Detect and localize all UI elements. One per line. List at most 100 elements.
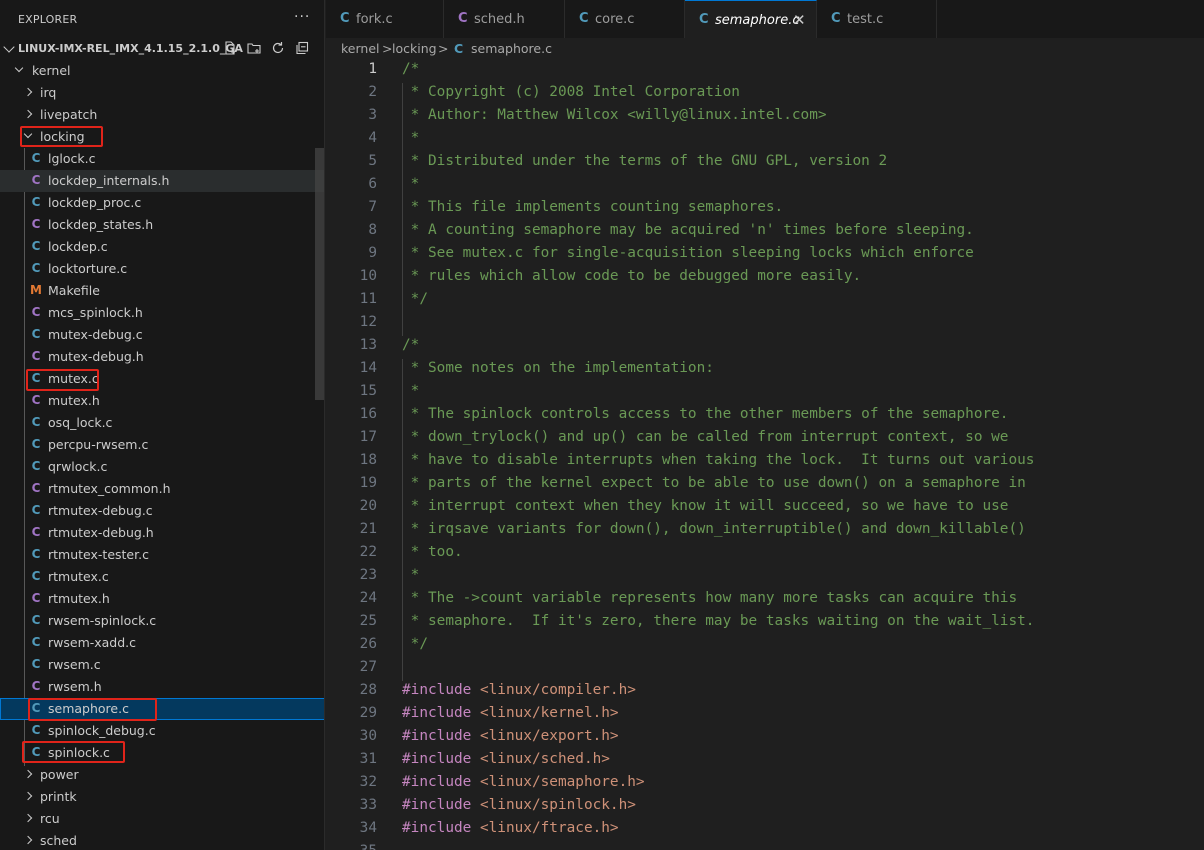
workspace-root[interactable]: LINUX-IMX-REL_IMX_4.1.15_2.1.0_GA bbox=[0, 38, 324, 60]
folder-power[interactable]: power bbox=[0, 764, 324, 786]
file-row[interactable]: Clglock.c bbox=[0, 148, 324, 170]
code-line: 35 bbox=[326, 842, 1204, 850]
file-row[interactable]: Crwsem-xadd.c bbox=[0, 632, 324, 654]
folder-printk[interactable]: printk bbox=[0, 786, 324, 808]
more-actions-icon[interactable]: ··· bbox=[294, 9, 310, 25]
file-row[interactable]: Clockdep.c bbox=[0, 236, 324, 258]
line-number: 35 bbox=[326, 843, 377, 850]
code-line: 28 #include <linux/compiler.h> bbox=[326, 681, 1204, 704]
line-number: 34 bbox=[359, 820, 377, 836]
code-text: * bbox=[402, 176, 420, 192]
file-row[interactable]: Cspinlock.c bbox=[0, 742, 324, 764]
code-text: #include <linux/sched.h> bbox=[402, 751, 610, 767]
file-row[interactable]: Cmutex-debug.c bbox=[0, 324, 324, 346]
c-file-icon: C bbox=[31, 151, 41, 165]
collapse-all-icon[interactable] bbox=[294, 41, 310, 57]
code-line: 3 * Author: Matthew Wilcox <willy@linux.… bbox=[326, 106, 1204, 129]
file-row[interactable]: Clockdep_states.h bbox=[0, 214, 324, 236]
folder-irq[interactable]: irq bbox=[0, 82, 324, 104]
code-line: 13 /* bbox=[326, 336, 1204, 359]
folder-kernel[interactable]: kernel bbox=[0, 60, 324, 82]
file-row[interactable]: Clockdep_internals.h bbox=[0, 170, 324, 192]
code-line: 17 * down_trylock() and up() can be call… bbox=[326, 428, 1204, 451]
file-row[interactable]: Crwsem.h bbox=[0, 676, 324, 698]
breadcrumb-kernel[interactable]: kernel bbox=[341, 41, 380, 56]
c-file-icon: C bbox=[31, 173, 41, 187]
line-number: 1 bbox=[368, 61, 377, 77]
chevron-down-icon bbox=[23, 129, 33, 139]
explorer-sidebar: EXPLORER ··· LINUX-IMX-REL_IMX_4.1.15_2.… bbox=[0, 0, 325, 850]
include-path: <linux/ftrace.h> bbox=[471, 820, 619, 836]
file-row[interactable]: Cosq_lock.c bbox=[0, 412, 324, 434]
folder-label: livepatch bbox=[40, 107, 98, 122]
breadcrumb-file[interactable]: semaphore.c bbox=[471, 41, 552, 56]
file-row[interactable]: Crtmutex-debug.h bbox=[0, 522, 324, 544]
file-row[interactable]: M Makefile bbox=[0, 280, 324, 302]
code-text: */ bbox=[402, 636, 428, 652]
preprocessor-keyword: #include bbox=[402, 682, 472, 698]
include-path: <linux/export.h> bbox=[471, 728, 619, 744]
file-label: mutex-debug.c bbox=[48, 327, 143, 342]
c-file-icon: C bbox=[31, 635, 41, 649]
code-line: 15 * bbox=[326, 382, 1204, 405]
file-row[interactable]: Cspinlock_debug.c bbox=[0, 720, 324, 742]
c-file-icon: C bbox=[31, 657, 41, 671]
code-text: * Author: Matthew Wilcox <willy@linux.in… bbox=[402, 107, 827, 123]
c-file-icon: C bbox=[31, 591, 41, 605]
code-text: * Copyright (c) 2008 Intel Corporation bbox=[402, 84, 740, 100]
file-row[interactable]: Crtmutex.c bbox=[0, 566, 324, 588]
file-row[interactable]: Crtmutex.h bbox=[0, 588, 324, 610]
file-row[interactable]: Crtmutex-debug.c bbox=[0, 500, 324, 522]
code-editor[interactable]: 1 /* 2 * Copyright (c) 2008 Intel Corporat… bbox=[326, 60, 1204, 850]
file-label: spinlock.c bbox=[48, 745, 110, 760]
folder-rcu[interactable]: rcu bbox=[0, 808, 324, 830]
tab-fork-c[interactable]: C fork.c bbox=[326, 0, 444, 38]
line-number: 4 bbox=[368, 130, 377, 146]
file-row[interactable]: Cpercpu-rwsem.c bbox=[0, 434, 324, 456]
code-line: 16 * The spinlock controls access to the… bbox=[326, 405, 1204, 428]
code-line: 1 /* bbox=[326, 60, 1204, 83]
file-row[interactable]: Crwsem-spinlock.c bbox=[0, 610, 324, 632]
file-row[interactable]: Csemaphore.c bbox=[0, 698, 324, 720]
code-text: * irqsave variants for down(), down_inte… bbox=[402, 521, 1026, 537]
editor-tabs: C fork.c C sched.h C core.c C semaphore.… bbox=[326, 0, 1204, 38]
c-file-icon: C bbox=[31, 701, 41, 715]
code-line: 22 * too. bbox=[326, 543, 1204, 566]
folder-sched[interactable]: sched bbox=[0, 830, 324, 850]
line-number: 21 bbox=[359, 521, 377, 537]
file-label: lglock.c bbox=[48, 151, 96, 166]
new-file-icon[interactable] bbox=[222, 41, 238, 57]
code-text: * A counting semaphore may be acquired '… bbox=[402, 222, 974, 238]
code-text: #include <linux/export.h> bbox=[402, 728, 619, 744]
folder-locking[interactable]: locking bbox=[0, 126, 324, 148]
file-row[interactable]: Crwsem.c bbox=[0, 654, 324, 676]
tab-core-c[interactable]: C core.c bbox=[565, 0, 685, 38]
file-row[interactable]: Clockdep_proc.c bbox=[0, 192, 324, 214]
file-row[interactable]: Clocktorture.c bbox=[0, 258, 324, 280]
folder-livepatch[interactable]: livepatch bbox=[0, 104, 324, 126]
file-row[interactable]: Cmutex.h bbox=[0, 390, 324, 412]
folder-label: sched bbox=[40, 833, 77, 848]
tab-sched-h[interactable]: C sched.h bbox=[444, 0, 565, 38]
file-row[interactable]: Cmcs_spinlock.h bbox=[0, 302, 324, 324]
sidebar-scrollbar[interactable] bbox=[315, 148, 324, 400]
tab-test-c[interactable]: C test.c bbox=[817, 0, 937, 38]
new-folder-icon[interactable] bbox=[246, 41, 262, 57]
breadcrumb-locking[interactable]: locking bbox=[392, 41, 437, 56]
breadcrumb-separator: > bbox=[438, 41, 449, 56]
code-line: 14 * Some notes on the implementation: bbox=[326, 359, 1204, 382]
file-row[interactable]: Crtmutex-tester.c bbox=[0, 544, 324, 566]
line-number: 15 bbox=[359, 383, 377, 399]
code-line: 20 * interrupt context when they know it… bbox=[326, 497, 1204, 520]
line-number: 3 bbox=[368, 107, 377, 123]
file-row[interactable]: Cmutex.c bbox=[0, 368, 324, 390]
c-file-icon: C bbox=[31, 503, 41, 517]
line-number: 19 bbox=[359, 475, 377, 491]
tab-semaphore-c[interactable]: C semaphore.c ✕ bbox=[685, 0, 817, 38]
close-icon[interactable]: ✕ bbox=[793, 11, 806, 29]
file-row[interactable]: Cmutex-debug.h bbox=[0, 346, 324, 368]
file-row[interactable]: Crtmutex_common.h bbox=[0, 478, 324, 500]
refresh-icon[interactable] bbox=[270, 41, 286, 57]
line-number: 18 bbox=[359, 452, 377, 468]
file-row[interactable]: Cqrwlock.c bbox=[0, 456, 324, 478]
